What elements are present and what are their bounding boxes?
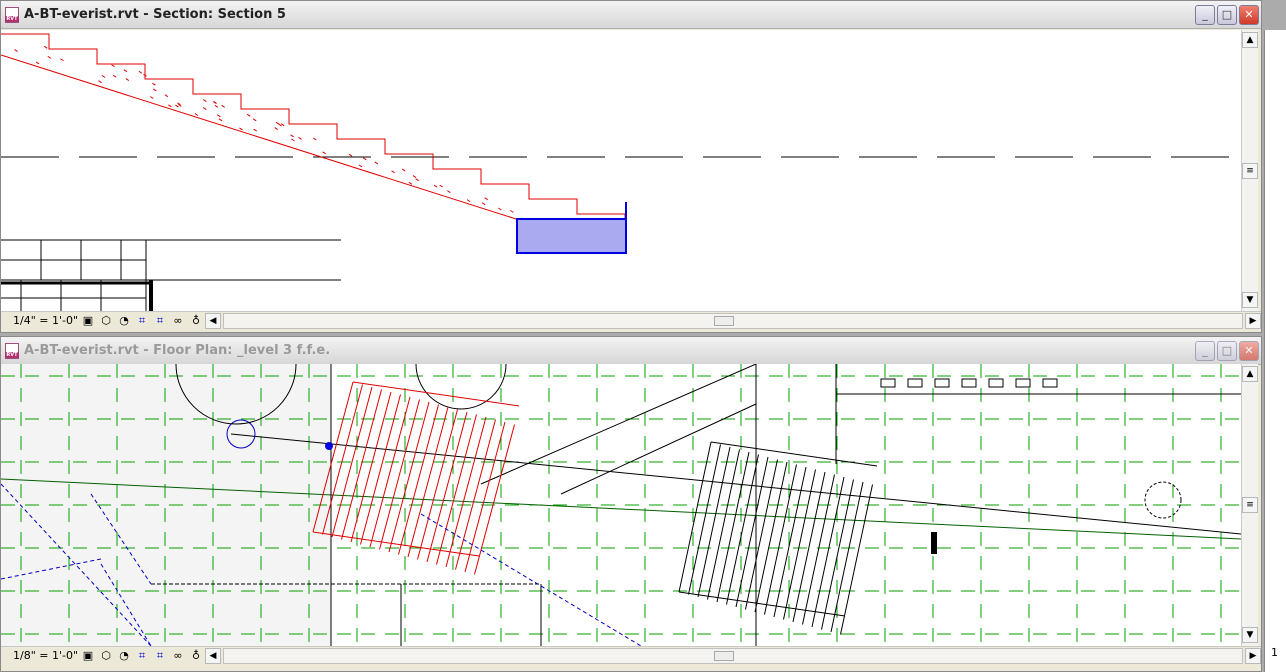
maximize-button[interactable]: □ bbox=[1217, 341, 1237, 361]
wall-section bbox=[1, 240, 341, 311]
stair-underside bbox=[1, 55, 516, 219]
scroll-thumb[interactable]: ≡ bbox=[1242, 497, 1258, 513]
minimize-button[interactable]: _ bbox=[1195, 341, 1215, 361]
existing-stair bbox=[679, 442, 877, 635]
fixtures bbox=[881, 379, 1057, 387]
selected-stair bbox=[313, 382, 519, 575]
horizontal-scrollbar[interactable] bbox=[223, 648, 1243, 664]
section-vertical-scrollbar[interactable]: ▲ ≡ ▼ bbox=[1241, 30, 1258, 311]
rvt-file-icon bbox=[5, 7, 19, 23]
floor-plan-title-bar[interactable]: A-BT-everist.rvt - Floor Plan: _level 3 … bbox=[1, 337, 1261, 365]
scroll-up-button[interactable]: ▲ bbox=[1242, 366, 1258, 382]
scroll-thumb[interactable]: ≡ bbox=[1242, 163, 1258, 179]
fixture bbox=[962, 379, 976, 387]
view-scale-fragment: 1 bbox=[1271, 646, 1278, 659]
window-title: A-BT-everist.rvt - Floor Plan: _level 3 … bbox=[24, 343, 330, 358]
show-crop-region-icon[interactable]: ⌗ bbox=[151, 649, 169, 663]
minimize-button[interactable]: _ bbox=[1195, 5, 1215, 25]
section-view-control-bar: 1/4" = 1'-0" ▣ ⬡ ◔ ⌗ ⌗ ∞ ♁ ◀ ▶ bbox=[1, 311, 1261, 329]
shadows-icon[interactable]: ◔ bbox=[115, 649, 133, 662]
section-title-bar[interactable]: A-BT-everist.rvt - Section: Section 5 _ … bbox=[1, 1, 1261, 29]
model-graphics-style-icon[interactable]: ⬡ bbox=[97, 314, 115, 327]
floor-plan-window[interactable]: A-BT-everist.rvt - Floor Plan: _level 3 … bbox=[0, 336, 1262, 672]
section-window[interactable]: A-BT-everist.rvt - Section: Section 5 _ … bbox=[0, 0, 1262, 333]
scroll-thumb[interactable] bbox=[714, 651, 734, 661]
section-drawing bbox=[1, 30, 1241, 311]
detail-level-icon[interactable]: ▣ bbox=[79, 649, 97, 662]
temporary-hide-icon[interactable]: ∞ bbox=[169, 649, 187, 662]
scroll-left-button[interactable]: ◀ bbox=[205, 313, 221, 329]
maximize-button[interactable]: □ bbox=[1217, 5, 1237, 25]
crop-view-icon[interactable]: ⌗ bbox=[133, 649, 151, 663]
fixture bbox=[989, 379, 1003, 387]
crop-view-icon[interactable]: ⌗ bbox=[133, 314, 151, 328]
plan-view-control-bar: 1/8" = 1'-0" ▣ ⬡ ◔ ⌗ ⌗ ∞ ♁ ◀ ▶ bbox=[1, 646, 1261, 664]
scroll-up-button[interactable]: ▲ bbox=[1242, 32, 1258, 48]
fixture bbox=[935, 379, 949, 387]
section-view-canvas[interactable] bbox=[1, 30, 1241, 311]
horizontal-scrollbar[interactable] bbox=[223, 313, 1243, 329]
selected-landing bbox=[517, 219, 626, 253]
fixture bbox=[908, 379, 922, 387]
floor-plan-drawing bbox=[1, 364, 1241, 646]
show-crop-region-icon[interactable]: ⌗ bbox=[151, 314, 169, 328]
temporary-hide-icon[interactable]: ∞ bbox=[169, 314, 187, 327]
stair-profile bbox=[1, 34, 626, 229]
floor-plan-canvas[interactable] bbox=[1, 364, 1241, 646]
stair-grip bbox=[325, 442, 333, 450]
detail-level-icon[interactable]: ▣ bbox=[79, 314, 97, 327]
background-window-edge[interactable]: 1 bbox=[1264, 30, 1286, 672]
fixture bbox=[1043, 379, 1057, 387]
scroll-right-button[interactable]: ▶ bbox=[1245, 313, 1261, 329]
concrete-hatch bbox=[15, 46, 514, 212]
view-scale[interactable]: 1/4" = 1'-0" bbox=[1, 314, 79, 327]
fixture bbox=[1016, 379, 1030, 387]
scroll-down-button[interactable]: ▼ bbox=[1242, 292, 1258, 308]
column bbox=[931, 532, 937, 554]
view-scale[interactable]: 1/8" = 1'-0" bbox=[1, 649, 79, 662]
scroll-right-button[interactable]: ▶ bbox=[1245, 648, 1261, 664]
window-title: A-BT-everist.rvt - Section: Section 5 bbox=[24, 7, 286, 22]
reveal-hidden-icon[interactable]: ♁ bbox=[187, 314, 205, 327]
close-button[interactable]: ✕ bbox=[1239, 341, 1259, 361]
scroll-thumb[interactable] bbox=[714, 316, 734, 326]
reveal-hidden-icon[interactable]: ♁ bbox=[187, 649, 205, 662]
rvt-file-icon bbox=[5, 343, 19, 359]
plan-vertical-scrollbar[interactable]: ▲ ≡ ▼ bbox=[1241, 364, 1258, 646]
model-graphics-style-icon[interactable]: ⬡ bbox=[97, 649, 115, 662]
shadows-icon[interactable]: ◔ bbox=[115, 314, 133, 327]
close-button[interactable]: ✕ bbox=[1239, 5, 1259, 25]
scroll-left-button[interactable]: ◀ bbox=[205, 648, 221, 664]
scroll-down-button[interactable]: ▼ bbox=[1242, 627, 1258, 643]
fixture bbox=[881, 379, 895, 387]
